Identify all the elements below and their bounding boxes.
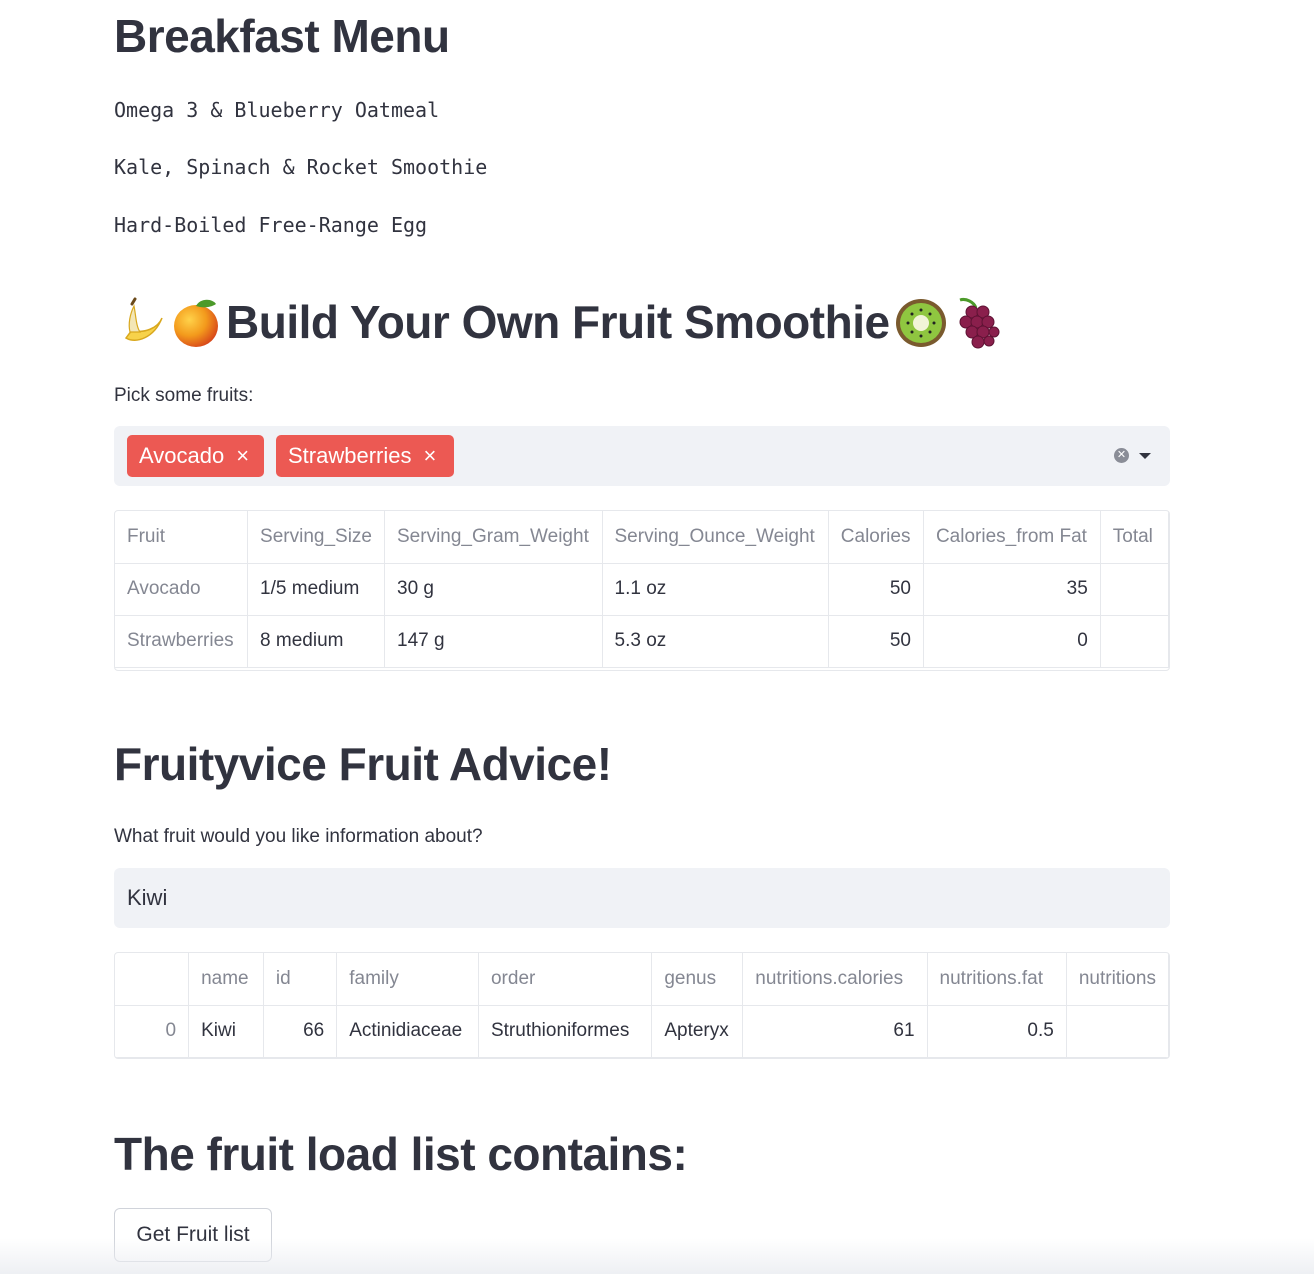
column-header[interactable]: nutritions [1066, 953, 1169, 1006]
table-cell[interactable]: Actinidiaceae [336, 1005, 479, 1058]
table-header-row: Fruit Serving_Size Serving_Gram_Weight S… [115, 511, 1169, 564]
table-row: Strawberries 8 medium 147 g 5.3 oz 50 0 [115, 615, 1169, 668]
fruit-choice-input[interactable]: Kiwi [114, 868, 1170, 928]
column-header[interactable] [115, 953, 190, 1006]
table-cell[interactable]: 1.1 oz [602, 563, 829, 616]
table-cell[interactable]: 50 [828, 615, 924, 668]
column-header[interactable]: nutritions.fat [927, 953, 1067, 1006]
column-header[interactable]: Serving_Size [247, 511, 385, 564]
column-header[interactable]: Fruit [115, 511, 249, 564]
emoji-group-right [894, 294, 1006, 350]
fruit-load-list-title: The fruit load list contains: [114, 1128, 688, 1180]
table-cell[interactable]: 30 g [384, 563, 603, 616]
table-cell[interactable]: Apteryx [651, 1005, 744, 1058]
kiwi-icon [895, 299, 946, 347]
table-cell[interactable]: 50 [828, 563, 924, 616]
table-cell[interactable]: 61 [742, 1005, 928, 1058]
column-header[interactable]: nutritions.calories [742, 953, 928, 1006]
table-cell[interactable]: 1/5 medium [247, 563, 385, 616]
fruit-multiselect[interactable]: Avocado × Strawberries × ✕ [114, 426, 1170, 486]
menu-item: Omega 3 & Blueberry Oatmeal [114, 98, 440, 122]
column-header[interactable]: order [478, 953, 653, 1006]
table-header-row: name id family order genus nutritions.ca… [115, 953, 1169, 1006]
table-cell[interactable]: 8 medium [247, 615, 385, 668]
chip-label: Strawberries [288, 443, 412, 468]
chip-remove-icon[interactable]: × [236, 443, 249, 469]
column-header[interactable]: Calories [828, 511, 924, 564]
menu-item: Kale, Spinach & Rocket Smoothie [114, 155, 488, 179]
column-header[interactable]: name [188, 953, 264, 1006]
table-cell[interactable] [1066, 1005, 1169, 1058]
table-row: 0 Kiwi 66 Actinidiaceae Struthioniformes… [115, 1005, 1169, 1058]
row-index-cell[interactable]: Avocado [115, 563, 249, 616]
banana-icon [124, 297, 163, 341]
table-row: Avocado 1/5 medium 30 g 1.1 oz 50 35 [115, 563, 1169, 616]
table-cell[interactable]: 35 [923, 563, 1101, 616]
smoothie-title-text: Build Your Own Fruit Smoothie [226, 296, 890, 348]
mango-icon [174, 299, 218, 347]
chevron-down-icon[interactable] [1139, 453, 1151, 459]
table-cell[interactable]: 66 [263, 1005, 338, 1058]
table-cell[interactable]: 147 g [384, 615, 603, 668]
clear-all-icon[interactable]: ✕ [1114, 448, 1129, 463]
column-header[interactable]: id [263, 953, 338, 1006]
chip-remove-icon[interactable]: × [423, 443, 436, 469]
fruit-picker-label: Pick some fruits: [114, 385, 254, 406]
fruit-advice-title: Fruityvice Fruit Advice! [114, 738, 612, 790]
breakfast-title: Breakfast Menu [114, 10, 450, 62]
column-header[interactable]: Serving_Ounce_Weight [602, 511, 829, 564]
chip-avocado: Avocado × [127, 435, 264, 477]
smoothie-title: Build Your Own Fruit Smoothie [114, 292, 1010, 352]
fruit-nutrition-table[interactable]: Fruit Serving_Size Serving_Gram_Weight S… [114, 510, 1170, 671]
row-index-cell[interactable]: Strawberries [115, 615, 249, 668]
column-header[interactable]: Total [1100, 511, 1169, 564]
column-header[interactable]: Calories_from Fat [923, 511, 1101, 564]
chip-strawberries: Strawberries × [276, 435, 454, 477]
table-cell[interactable]: 0.5 [927, 1005, 1067, 1058]
chip-label: Avocado [139, 443, 225, 468]
column-header[interactable]: genus [651, 953, 744, 1006]
grapes-icon [959, 298, 1000, 349]
fruityvice-table[interactable]: name id family order genus nutritions.ca… [114, 952, 1170, 1059]
fruit-input-label: What fruit would you like information ab… [114, 826, 483, 847]
table-cell[interactable]: 5.3 oz [602, 615, 829, 668]
menu-item: Hard-Boiled Free-Range Egg [114, 213, 428, 237]
table-cell[interactable] [1100, 563, 1169, 616]
table-cell[interactable]: Struthioniformes [478, 1005, 653, 1058]
bottom-fade [0, 1238, 1314, 1274]
table-cell[interactable] [1100, 615, 1169, 668]
emoji-group-left [118, 294, 222, 350]
column-header[interactable]: Serving_Gram_Weight [384, 511, 603, 564]
row-index-cell[interactable]: 0 [115, 1005, 190, 1058]
table-cell[interactable]: Kiwi [188, 1005, 264, 1058]
table-cell[interactable]: 0 [923, 615, 1101, 668]
column-header[interactable]: family [336, 953, 479, 1006]
